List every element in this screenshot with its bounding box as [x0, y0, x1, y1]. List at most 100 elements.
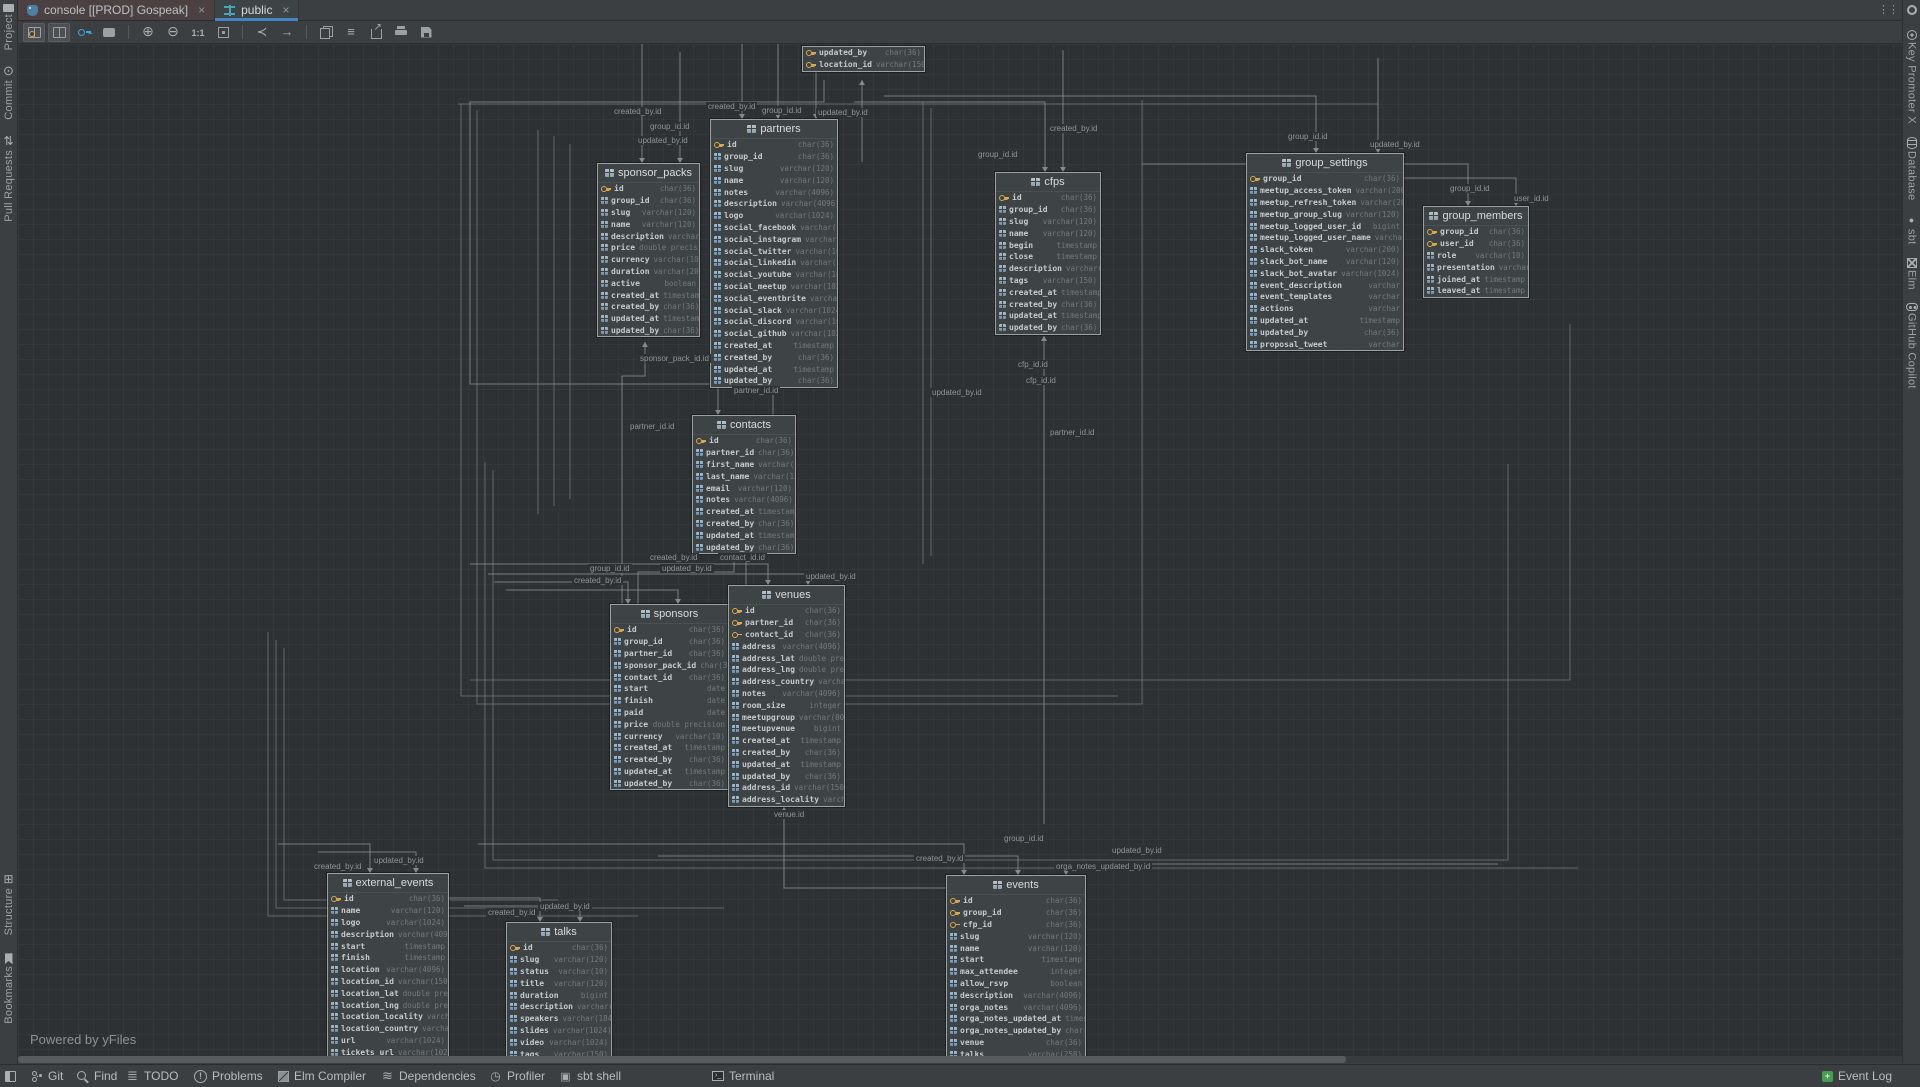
- column-row-created_by[interactable]: created_bychar(36): [996, 298, 1100, 310]
- column-row-logo[interactable]: logovarchar(1024): [328, 917, 448, 929]
- tab-public-diagram[interactable]: public ×: [215, 0, 299, 20]
- column-row-email[interactable]: emailvarchar(120): [693, 482, 795, 494]
- column-row-id[interactable]: idchar(36): [996, 192, 1100, 204]
- column-row-social_discord[interactable]: social_discordvarchar(1024): [711, 316, 837, 328]
- column-row-cfp_id[interactable]: cfp_idchar(36): [947, 919, 1085, 931]
- column-row-group_id[interactable]: group_idchar(36): [1247, 173, 1403, 185]
- close-icon[interactable]: ×: [198, 3, 205, 17]
- column-row-social_instagram[interactable]: social_instagramvarchar(1024): [711, 233, 837, 245]
- column-row-max_attendee[interactable]: max_attendeeinteger: [947, 966, 1085, 978]
- column-row-user_id[interactable]: user_idchar(36): [1424, 238, 1528, 250]
- column-row-location_id[interactable]: location_idvarchar(150): [328, 976, 448, 988]
- column-row-address_lng[interactable]: address_lngdouble precision: [729, 664, 844, 676]
- column-row-name[interactable]: namevarchar(120): [328, 905, 448, 917]
- status-git[interactable]: Git: [30, 1065, 63, 1087]
- column-row-id[interactable]: idchar(36): [611, 624, 728, 636]
- status-profiler[interactable]: Profiler: [489, 1065, 545, 1087]
- column-row-created_at[interactable]: created_attimestamp: [693, 506, 795, 518]
- column-row-social_slack[interactable]: social_slackvarchar(1024): [711, 304, 837, 316]
- sidebar-item-project[interactable]: Project: [3, 4, 15, 50]
- column-row-contact_id[interactable]: contact_idchar(36): [729, 629, 844, 641]
- horizontal-scrollbar-thumb[interactable]: [18, 1056, 1346, 1063]
- column-row-description[interactable]: descriptionvarchar(4096): [598, 230, 699, 242]
- column-row-joined_at[interactable]: joined_attimestamp: [1424, 273, 1528, 285]
- column-row-slug[interactable]: slugvarchar(120): [711, 163, 837, 175]
- column-row-location[interactable]: locationvarchar(4096): [328, 964, 448, 976]
- column-row-slides[interactable]: slidesvarchar(1024): [507, 1025, 611, 1037]
- column-row-updated_at[interactable]: updated_attimestamp: [996, 310, 1100, 322]
- right-sidebar-item-key-promoter-x[interactable]: Key Promoter X: [1894, 30, 1920, 124]
- sidebar-item-structure[interactable]: Structure: [2, 872, 16, 935]
- column-row-id[interactable]: idchar(36): [947, 895, 1085, 907]
- column-row-meetupgroup[interactable]: meetupgroupvarchar(80): [729, 711, 844, 723]
- column-row-created_at[interactable]: created_attimestamp: [729, 735, 844, 747]
- column-row-description[interactable]: descriptionvarchar(4096): [328, 928, 448, 940]
- status-find[interactable]: Find: [76, 1065, 117, 1087]
- column-row-meetup_group_slug[interactable]: meetup_group_slugvarchar(120): [1247, 208, 1403, 220]
- column-row-price[interactable]: pricedouble precision: [611, 718, 728, 730]
- column-row-updated_at[interactable]: updated_attimestamp: [729, 758, 844, 770]
- column-row-orga_notes_updated_at[interactable]: orga_notes_updated_attimestamp: [947, 1013, 1085, 1025]
- column-row-finish[interactable]: finishtimestamp: [328, 952, 448, 964]
- column-row-social_youtube[interactable]: social_youtubevarchar(1024): [711, 269, 837, 281]
- entity-header[interactable]: partners: [711, 120, 837, 139]
- status-sbt-shell[interactable]: sbt shell: [559, 1065, 621, 1087]
- entity-header[interactable]: contacts: [693, 416, 795, 435]
- column-row-sponsor_pack_id[interactable]: sponsor_pack_idchar(36): [611, 659, 728, 671]
- column-row-social_linkedin[interactable]: social_linkedinvarchar(1024): [711, 257, 837, 269]
- column-row-description[interactable]: descriptionvarchar(4096): [711, 198, 837, 210]
- column-row-address_id[interactable]: address_idvarchar(150): [729, 782, 844, 794]
- copy-diagram-button[interactable]: [315, 23, 337, 42]
- column-row-finish[interactable]: finishdate: [611, 695, 728, 707]
- column-row-meetup_refresh_token[interactable]: meetup_refresh_tokenvarchar(200): [1247, 197, 1403, 209]
- column-row-event_description[interactable]: event_descriptionvarchar: [1247, 279, 1403, 291]
- column-row-currency[interactable]: currencyvarchar(10): [598, 254, 699, 266]
- column-row-partner_id[interactable]: partner_idchar(36): [693, 447, 795, 459]
- column-row-created_at[interactable]: created_attimestamp: [711, 340, 837, 352]
- column-row-name[interactable]: namevarchar(120): [711, 174, 837, 186]
- column-row-presentation[interactable]: presentationvarchar(4096): [1424, 261, 1528, 273]
- column-row-updated_at[interactable]: updated_attimestamp: [711, 363, 837, 375]
- column-row-proposal_tweet[interactable]: proposal_tweetvarchar: [1247, 338, 1403, 350]
- column-row-venue[interactable]: venuechar(36): [947, 1037, 1085, 1049]
- fit-content-button[interactable]: [212, 23, 234, 42]
- column-row-location_lng[interactable]: location_lngdouble precision: [328, 999, 448, 1011]
- column-row-location_country[interactable]: location_countryvarchar(30): [328, 1023, 448, 1035]
- column-row-group_id[interactable]: group_idchar(36): [611, 636, 728, 648]
- entity-partners[interactable]: partnersidchar(36)group_idchar(36)slugva…: [710, 119, 838, 388]
- column-row-meetup_logged_user_name[interactable]: meetup_logged_user_namevarchar(120): [1247, 232, 1403, 244]
- column-row-updated_by[interactable]: updated_bychar(36): [1247, 326, 1403, 338]
- column-row-social_twitter[interactable]: social_twittervarchar(1024): [711, 245, 837, 257]
- column-row-first_name[interactable]: first_namevarchar(120): [693, 459, 795, 471]
- column-row-id[interactable]: idchar(36): [693, 435, 795, 447]
- column-row-updated_by[interactable]: updated_bychar(36): [729, 770, 844, 782]
- status-event-log[interactable]: Event Log: [1822, 1065, 1892, 1087]
- sidebar-item-bookmarks[interactable]: Bookmarks: [3, 953, 15, 1024]
- entity-external_events[interactable]: external_eventsidchar(36)namevarchar(120…: [327, 873, 449, 1058]
- column-row-id[interactable]: idchar(36): [507, 942, 611, 954]
- entity-venues[interactable]: venuesidchar(36)partner_idchar(36)contac…: [728, 585, 845, 807]
- column-row-name[interactable]: namevarchar(120): [996, 227, 1100, 239]
- sidebar-item-pull-requests[interactable]: Pull Requests: [0, 134, 21, 222]
- column-row-id[interactable]: idchar(36): [328, 893, 448, 905]
- column-row-created_at[interactable]: created_attimestamp: [611, 742, 728, 754]
- column-row-created_by[interactable]: created_bychar(36): [611, 754, 728, 766]
- column-row-updated_at[interactable]: updated_attimestamp: [611, 766, 728, 778]
- column-row-slug[interactable]: slugvarchar(120): [507, 954, 611, 966]
- column-row-role[interactable]: rolevarchar(10): [1424, 250, 1528, 262]
- editor-options-icon[interactable]: ⋮⋮: [1878, 3, 1898, 16]
- diagram-settings-button[interactable]: [340, 23, 362, 42]
- entity-group_settings[interactable]: group_settingsgroup_idchar(36)meetup_acc…: [1246, 153, 1404, 351]
- column-row-updated_at[interactable]: updated_attimestamp: [693, 529, 795, 541]
- status-dependencies[interactable]: Dependencies: [381, 1065, 476, 1087]
- column-row-created_at[interactable]: created_attimestamp: [996, 286, 1100, 298]
- column-row-created_by[interactable]: created_bychar(36): [598, 301, 699, 313]
- status-todo[interactable]: TODO: [126, 1065, 178, 1087]
- column-row-title[interactable]: titlevarchar(120): [507, 977, 611, 989]
- column-row-description[interactable]: descriptionvarchar(4096): [947, 989, 1085, 1001]
- column-row-status[interactable]: statusvarchar(10): [507, 966, 611, 978]
- save-button[interactable]: [415, 23, 437, 42]
- column-row-last_name[interactable]: last_namevarchar(120): [693, 470, 795, 482]
- column-row-duration[interactable]: durationvarchar(20): [598, 266, 699, 278]
- entity-header[interactable]: cfps: [996, 173, 1100, 192]
